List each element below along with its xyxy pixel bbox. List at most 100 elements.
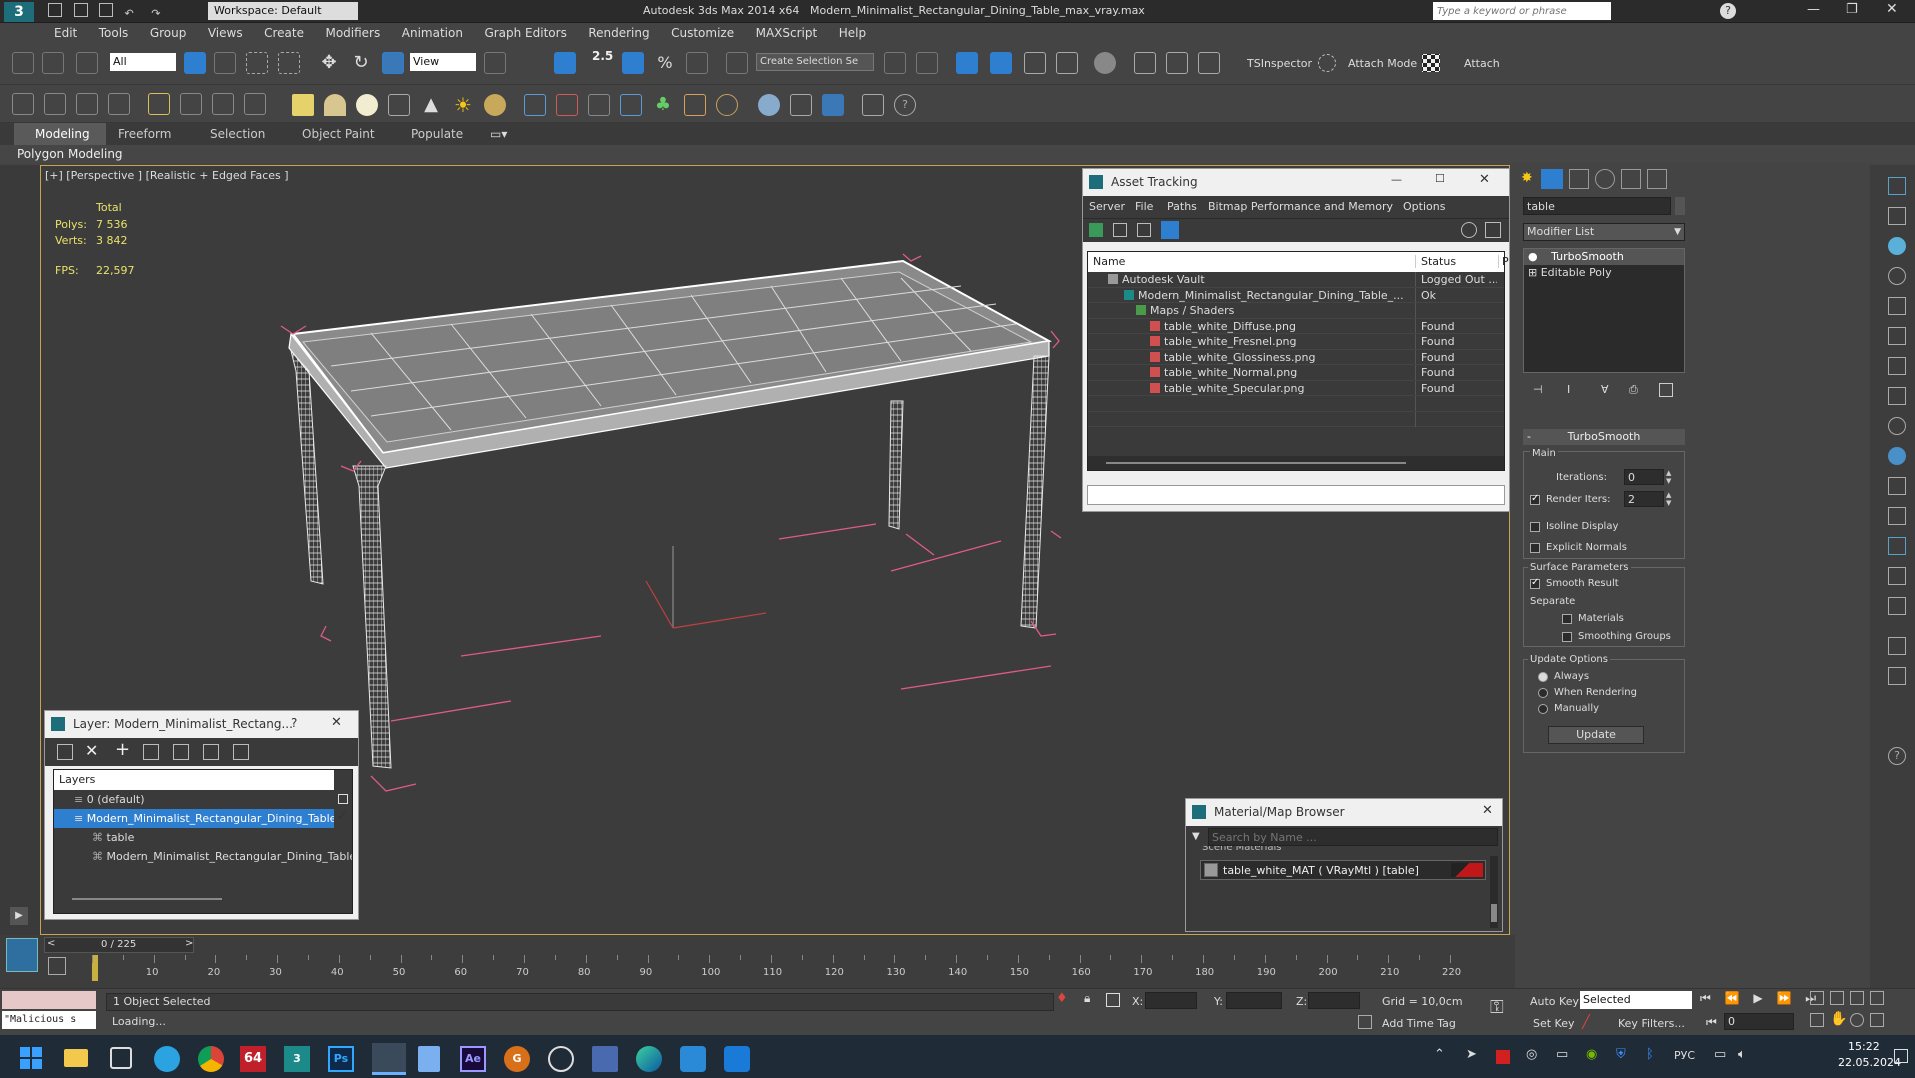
vray-tool-icon-7[interactable] (1888, 357, 1906, 375)
vray-light-icon[interactable] (148, 93, 170, 115)
material-scrollbar[interactable] (1490, 856, 1498, 928)
tray-telegram-icon[interactable]: ➤ (1466, 1047, 1477, 1062)
vray-toolbar-icon-4[interactable] (108, 93, 130, 115)
key-filters-button[interactable]: Key Filters... (1618, 1017, 1685, 1030)
selection-filter-dropdown[interactable]: All (110, 53, 176, 71)
asset-maximize-button[interactable]: ☐ (1435, 172, 1445, 185)
vray-render-icon[interactable] (822, 94, 844, 116)
menu-rendering[interactable]: Rendering (579, 23, 658, 43)
menu-edit[interactable]: Edit (45, 23, 86, 43)
tray-security-icon[interactable]: ⛨ (1616, 1047, 1626, 1062)
spinner-arrows-icon[interactable]: ▲ ▼ (1666, 491, 1671, 507)
layer-select-objects-icon[interactable] (143, 744, 159, 760)
render-setup-icon[interactable] (1134, 52, 1156, 74)
render-production-icon[interactable] (1198, 52, 1220, 74)
x-coordinate-input[interactable] (1145, 992, 1197, 1009)
time-next-icon[interactable]: > (185, 938, 193, 949)
set-key-button[interactable]: Set Key (1533, 1017, 1575, 1030)
key-icon[interactable]: ⚿ (1490, 997, 1504, 1018)
vray-dome-icon[interactable] (212, 93, 234, 115)
vray-clipper-icon[interactable] (716, 94, 738, 116)
vray-tool-icon-5[interactable] (1888, 297, 1906, 315)
play-icon[interactable]: ▶ (1753, 991, 1762, 1005)
object-color-swatch[interactable] (1675, 197, 1685, 215)
asset-menu-bitmap[interactable]: Bitmap Performance and Memory (1208, 200, 1393, 213)
zoom-extents-icon[interactable] (1850, 991, 1864, 1005)
help-icon[interactable]: ? (1720, 3, 1736, 19)
y-coordinate-input[interactable] (1226, 992, 1282, 1009)
schematic-view-icon[interactable] (1056, 52, 1078, 74)
layer-object-model[interactable]: ⌘ Modern_Minimalist_Rectangular_Dining_T… (54, 847, 352, 866)
app-blue-icon[interactable] (680, 1046, 706, 1072)
window-crossing-icon[interactable] (278, 52, 300, 74)
layer-window[interactable]: Layer: Modern_Minimalist_Rectang... ? ✕ … (44, 710, 359, 920)
absolute-mode-icon[interactable] (1106, 993, 1120, 1007)
menu-modifiers[interactable]: Modifiers (316, 23, 389, 43)
layer-manager-icon[interactable] (956, 52, 978, 74)
close-button[interactable]: ✕ (1886, 1, 1898, 17)
vray-tool-icon-11[interactable] (1888, 477, 1906, 495)
search-app-icon[interactable] (548, 1046, 574, 1072)
vray-help-icon[interactable]: ? (894, 94, 916, 116)
menu-graph-editors[interactable]: Graph Editors (475, 23, 575, 43)
scene-materials-header[interactable]: Scene Materials (1202, 846, 1282, 855)
vray-settings-icon[interactable] (862, 94, 884, 116)
time-prev-icon[interactable]: < (47, 938, 55, 949)
vray-grass-icon[interactable]: ♣ (652, 94, 674, 116)
vray-tool-icon-15[interactable] (1888, 597, 1906, 615)
tab-populate[interactable]: Populate (411, 127, 463, 141)
tray-steam-icon[interactable]: ◎ (1526, 1047, 1537, 1062)
modifier-list-dropdown[interactable]: Modifier List ▼ (1523, 223, 1685, 241)
redo-icon[interactable]: ↷ (151, 7, 160, 20)
tab-modeling[interactable]: Modeling (35, 127, 90, 141)
pivot-center-icon[interactable] (484, 52, 506, 74)
smooth-result-checkbox[interactable]: ✓ (1530, 577, 1540, 589)
expand-plus-icon[interactable]: ⊞ (1528, 266, 1541, 279)
vray-toolbar-icon-2[interactable] (44, 93, 66, 115)
render-iters-spinner[interactable] (1624, 491, 1664, 507)
vray-mesh-light-icon[interactable] (244, 93, 266, 115)
layer-item-table-layer[interactable]: ≡ Modern_Minimalist_Rectangular_Dining_T… (54, 809, 334, 828)
layer-item-default[interactable]: ≡ 0 (default) (54, 790, 352, 809)
spinner-snap-icon[interactable] (686, 52, 708, 74)
separate-materials-checkbox[interactable] (1562, 614, 1572, 624)
vray-toolbar-icon-1[interactable] (12, 93, 34, 115)
asset-scroll-thumb[interactable] (1106, 462, 1406, 464)
tab-object-paint[interactable]: Object Paint (302, 127, 375, 141)
layer-delete-icon[interactable]: ✕ (85, 741, 98, 760)
vray-frame-buffer-icon[interactable] (790, 94, 812, 116)
tray-network-icon[interactable]: ▭ (1714, 1047, 1726, 1062)
asset-settings-icon[interactable] (1485, 222, 1501, 238)
layer-object-table[interactable]: ⌘ table (54, 828, 352, 847)
vray-help-circle-icon[interactable]: ? (1888, 747, 1906, 765)
vray-sun-icon[interactable]: ☀ (452, 94, 474, 116)
material-scroll-thumb[interactable] (1491, 904, 1497, 922)
new-file-icon[interactable] (48, 3, 62, 17)
menu-help[interactable]: Help (830, 23, 875, 43)
time-slider[interactable]: < 0 / 225 > (44, 937, 194, 953)
maxscript-listener[interactable] (2, 991, 96, 1009)
isolate-icon[interactable]: ♦ (1056, 991, 1068, 1007)
layer-highlight-icon[interactable] (173, 744, 189, 760)
move-icon[interactable]: ✥ (318, 52, 340, 74)
time-tag-icon[interactable] (1358, 1015, 1372, 1029)
material-browser-titlebar[interactable]: Material/Map Browser ✕ (1186, 799, 1502, 826)
layer-help-button[interactable]: ? (291, 716, 297, 730)
set-key-icon[interactable]: ╱ (1582, 1015, 1590, 1030)
save-file-icon[interactable] (99, 3, 113, 17)
undo-icon[interactable]: ↶ (125, 7, 134, 20)
asset-row[interactable]: table_white_Fresnel.png Found (1088, 334, 1504, 350)
mini-listener-icon[interactable] (6, 938, 38, 972)
isoline-display-checkbox[interactable] (1530, 522, 1540, 532)
tab-selection[interactable]: Selection (210, 127, 265, 141)
vray-displacement-icon[interactable] (620, 94, 642, 116)
z-coordinate-input[interactable] (1308, 992, 1360, 1009)
3ds-max-active-icon[interactable] (372, 1043, 406, 1075)
material-options-icon[interactable]: ▼ (1192, 831, 1200, 842)
field-of-view-icon[interactable] (1810, 1013, 1824, 1027)
vray-dome-light-icon[interactable] (324, 94, 346, 116)
col-status-header[interactable]: Status (1415, 255, 1456, 268)
minimize-button[interactable]: — (1807, 2, 1820, 17)
explicit-normals-checkbox[interactable] (1530, 543, 1540, 553)
vray-sphere-light-icon[interactable] (356, 94, 378, 116)
